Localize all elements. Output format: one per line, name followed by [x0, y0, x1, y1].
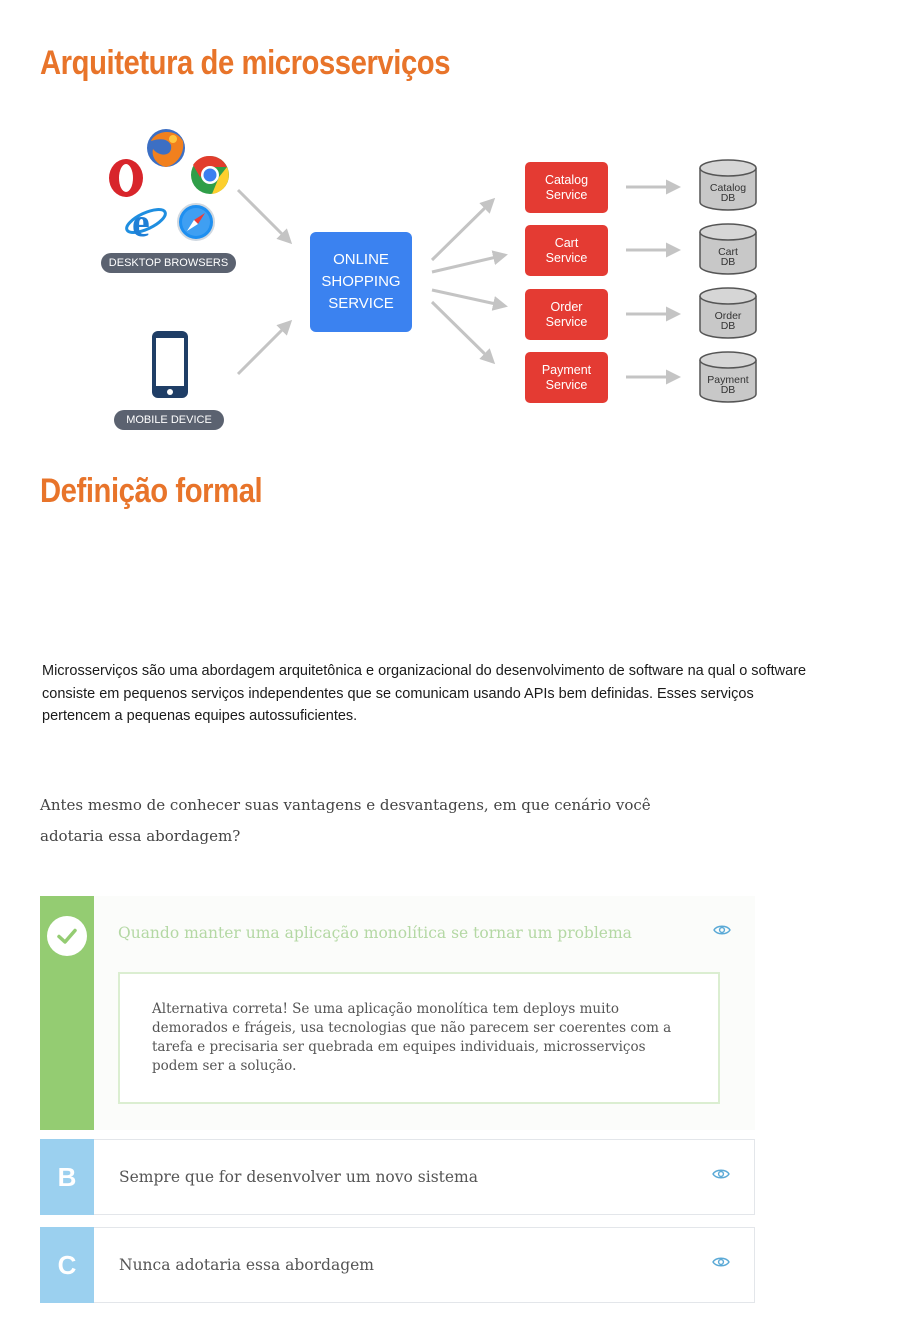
main-service-line-2: SHOPPING	[321, 273, 401, 290]
order-service-box: Order Service	[525, 289, 608, 340]
db-label-line-2: DB	[720, 256, 736, 268]
option-a-feedback: Alternativa correta! Se uma aplicação mo…	[118, 972, 720, 1104]
main-service-line-1: ONLINE	[333, 251, 389, 268]
service-label-line-2: Service	[545, 377, 588, 392]
option-c[interactable]: C Nunca adotaria essa abordagem	[40, 1227, 755, 1303]
option-b-letter: B	[40, 1139, 94, 1215]
db-label-line-2: DB	[720, 384, 736, 396]
order-db: Order DB	[698, 286, 758, 340]
option-a[interactable]: Quando manter uma aplicação monolítica s…	[40, 896, 755, 1130]
cart-service-box: Cart Service	[525, 225, 608, 276]
online-shopping-service-box: ONLINE SHOPPING SERVICE	[310, 232, 412, 332]
question-text: Antes mesmo de conhecer suas vantagens e…	[40, 796, 651, 845]
service-label-line-2: Service	[545, 250, 588, 265]
eye-icon[interactable]	[712, 1255, 730, 1269]
arrows-layer	[236, 179, 681, 385]
payment-db: Payment DB	[698, 350, 758, 404]
main-service-line-3: SERVICE	[328, 295, 394, 312]
option-a-marker	[40, 896, 94, 1130]
eye-icon[interactable]	[713, 923, 731, 937]
catalog-db: Catalog DB	[698, 158, 758, 212]
definition-text: Microsserviços são uma abordagem arquite…	[42, 663, 807, 724]
service-label-line-1: Order	[550, 299, 583, 314]
option-b[interactable]: B Sempre que for desenvolver um novo sis…	[40, 1139, 755, 1215]
db-label-line-2: DB	[720, 192, 736, 204]
db-label-line-2: DB	[720, 320, 736, 332]
service-label-line-1: Payment	[541, 362, 592, 377]
service-label-line-1: Cart	[554, 235, 579, 250]
option-a-label: Quando manter uma aplicação monolítica s…	[118, 924, 632, 942]
service-label-line-2: Service	[545, 314, 588, 329]
check-icon	[47, 916, 87, 956]
feedback-text: Alternativa correta! Se uma aplicação mo…	[152, 1001, 672, 1074]
payment-service-box: Payment Service	[525, 352, 608, 403]
option-c-label: Nunca adotaria essa abordagem	[119, 1256, 374, 1274]
option-c-letter: C	[40, 1227, 94, 1303]
section-title-definition: Definição formal	[40, 472, 263, 510]
option-b-label: Sempre que for desenvolver um novo siste…	[119, 1168, 478, 1186]
cart-db: Cart DB	[698, 222, 758, 276]
service-label-line-1: Catalog	[544, 172, 589, 187]
catalog-service-box: Catalog Service	[525, 162, 608, 213]
service-label-line-2: Service	[545, 187, 588, 202]
eye-icon[interactable]	[712, 1167, 730, 1181]
